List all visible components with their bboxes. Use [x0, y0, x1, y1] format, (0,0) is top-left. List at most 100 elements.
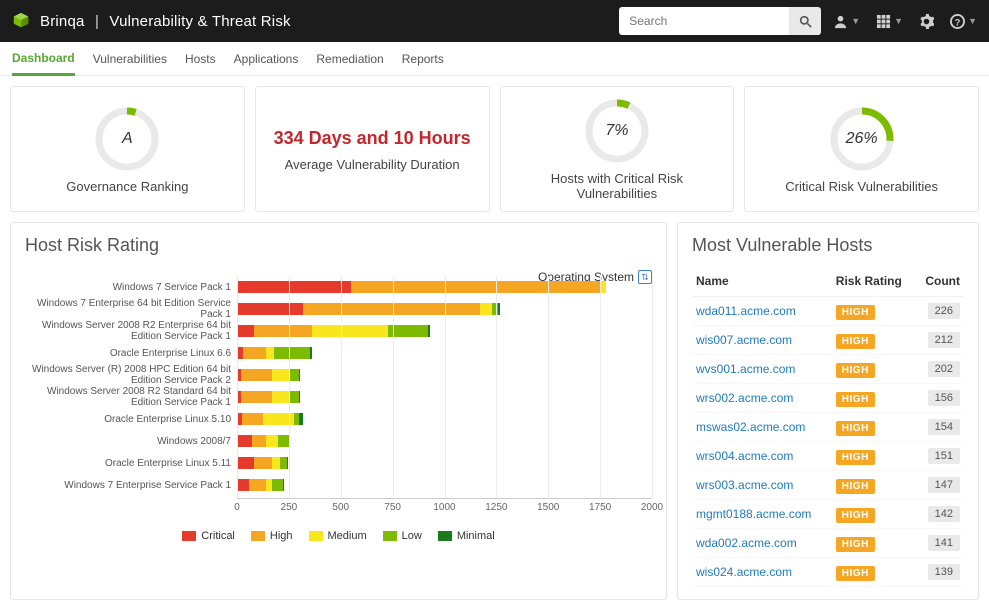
chart-y-label: Windows 2008/7 [25, 430, 237, 452]
chart-y-label: Windows 7 Service Pack 1 [25, 276, 237, 298]
host-link[interactable]: mswas02.acme.com [696, 420, 805, 434]
chart-segment-critical[interactable] [237, 435, 252, 447]
chart-segment-low[interactable] [274, 347, 309, 359]
chart-segment-high[interactable] [351, 281, 600, 293]
card-avg-duration[interactable]: 334 Days and 10 Hours Average Vulnerabil… [255, 86, 490, 212]
apps-menu[interactable]: ▼ [876, 14, 903, 29]
legend-swatch [182, 531, 196, 541]
chart-segment-minimal[interactable] [310, 347, 312, 359]
tab-remediation[interactable]: Remediation [316, 42, 383, 76]
chart-segment-high[interactable] [254, 325, 312, 337]
chart-segment-high[interactable] [249, 479, 266, 491]
chart-y-label: Windows Server (R) 2008 HPC Edition 64 b… [25, 364, 237, 386]
chart-x-tick: 1500 [537, 502, 559, 513]
chart-x-tick: 1750 [589, 502, 611, 513]
chart-segment-low[interactable] [272, 479, 282, 491]
chart-segment-medium[interactable] [272, 369, 289, 381]
search-button[interactable] [789, 7, 821, 35]
chart-segment-high[interactable] [243, 347, 266, 359]
chart-segment-low[interactable] [289, 369, 299, 381]
critical-vulns-donut: 26% [830, 107, 894, 171]
chart-segment-critical[interactable] [237, 303, 303, 315]
host-link[interactable]: wis007.acme.com [696, 333, 792, 347]
panel-host-risk-rating: Host Risk Rating Operating System ⇅ Wind… [10, 222, 667, 600]
host-link[interactable]: wrs004.acme.com [696, 449, 793, 463]
chart-segment-minimal[interactable] [498, 303, 500, 315]
risk-rating-badge: HIGH [836, 508, 875, 523]
table-row: wda011.acme.comHIGH226 [692, 297, 964, 326]
table-header[interactable]: Count [916, 266, 964, 297]
legend-swatch [309, 531, 323, 541]
settings-button[interactable] [919, 14, 934, 29]
host-link[interactable]: mgmt0188.acme.com [696, 507, 811, 521]
user-menu[interactable]: ▼ [833, 14, 860, 29]
chart-x-tick: 2000 [641, 502, 663, 513]
chart-segment-medium[interactable] [312, 325, 389, 337]
chart-segment-low[interactable] [280, 457, 287, 469]
host-link[interactable]: wis024.acme.com [696, 565, 792, 579]
tab-applications[interactable]: Applications [234, 42, 299, 76]
chart-segment-medium[interactable] [266, 347, 274, 359]
table-header[interactable]: Name [692, 266, 832, 297]
risk-rating-badge: HIGH [836, 392, 875, 407]
chart-segment-critical[interactable] [237, 457, 254, 469]
count-pill: 212 [928, 332, 960, 348]
governance-value: A [95, 107, 159, 171]
chart-segment-low[interactable] [289, 391, 299, 403]
risk-rating-badge: HIGH [836, 537, 875, 552]
caret-down-icon: ▼ [851, 16, 860, 26]
chart-segment-high[interactable] [252, 435, 267, 447]
tab-reports[interactable]: Reports [402, 42, 444, 76]
tab-dashboard[interactable]: Dashboard [12, 42, 75, 76]
brand-title: Brinqa | Vulnerability & Threat Risk [40, 13, 291, 30]
card-hosts-critical[interactable]: 7% Hosts with Critical Risk Vulnerabilit… [500, 86, 735, 212]
chart-segment-low[interactable] [278, 435, 288, 447]
chart-segment-critical[interactable] [237, 281, 351, 293]
chart-segment-high[interactable] [241, 391, 272, 403]
chart-segment-minimal[interactable] [299, 391, 300, 403]
chart-segment-medium[interactable] [272, 391, 289, 403]
chart-segment-medium[interactable] [480, 303, 492, 315]
help-menu[interactable]: ? ▼ [950, 14, 977, 29]
search-input[interactable] [619, 7, 789, 35]
chart-x-tick: 1250 [485, 502, 507, 513]
table-header[interactable]: Risk Rating [832, 266, 916, 297]
host-link[interactable]: wda002.acme.com [696, 536, 797, 550]
risk-rating-badge: HIGH [836, 450, 875, 465]
chart-segment-medium[interactable] [272, 457, 279, 469]
chart-segment-critical[interactable] [237, 325, 254, 337]
card-critical-vulns[interactable]: 26% Critical Risk Vulnerabilities [744, 86, 979, 212]
card-governance-ranking[interactable]: A Governance Ranking [10, 86, 245, 212]
card-label: Governance Ranking [66, 179, 188, 194]
chart-segment-minimal[interactable] [299, 413, 303, 425]
chart-segment-high[interactable] [241, 369, 272, 381]
chart-segment-high[interactable] [303, 303, 479, 315]
search-box [619, 7, 821, 35]
card-label: Average Vulnerability Duration [285, 157, 460, 172]
brand-subtitle: Vulnerability & Threat Risk [109, 13, 290, 30]
table-row: wvs001.acme.comHIGH202 [692, 355, 964, 384]
tab-hosts[interactable]: Hosts [185, 42, 216, 76]
tab-vulnerabilities[interactable]: Vulnerabilities [93, 42, 167, 76]
chart-y-label: Windows Server 2008 R2 Enterprise 64 bit… [25, 320, 237, 342]
host-risk-chart: Operating System ⇅ Windows 7 Service Pac… [25, 276, 652, 542]
chart-segment-high[interactable] [254, 457, 273, 469]
chart-segment-high[interactable] [242, 413, 263, 425]
count-pill: 151 [928, 448, 960, 464]
chart-segment-minimal[interactable] [287, 457, 288, 469]
risk-rating-badge: HIGH [836, 566, 875, 581]
caret-down-icon: ▼ [968, 16, 977, 26]
card-label: Critical Risk Vulnerabilities [785, 179, 938, 194]
chart-segment-minimal[interactable] [428, 325, 430, 337]
chart-segment-minimal[interactable] [299, 369, 300, 381]
chart-y-label: Windows 7 Enterprise 64 bit Edition Serv… [25, 298, 237, 320]
chart-segment-critical[interactable] [237, 479, 249, 491]
chart-segment-low[interactable] [388, 325, 427, 337]
host-link[interactable]: wrs003.acme.com [696, 478, 793, 492]
chart-segment-medium[interactable] [266, 435, 278, 447]
host-link[interactable]: wrs002.acme.com [696, 391, 793, 405]
host-link[interactable]: wda011.acme.com [696, 304, 796, 318]
host-link[interactable]: wvs001.acme.com [696, 362, 795, 376]
panel-title: Most Vulnerable Hosts [692, 235, 964, 256]
chart-segment-minimal[interactable] [283, 479, 284, 491]
